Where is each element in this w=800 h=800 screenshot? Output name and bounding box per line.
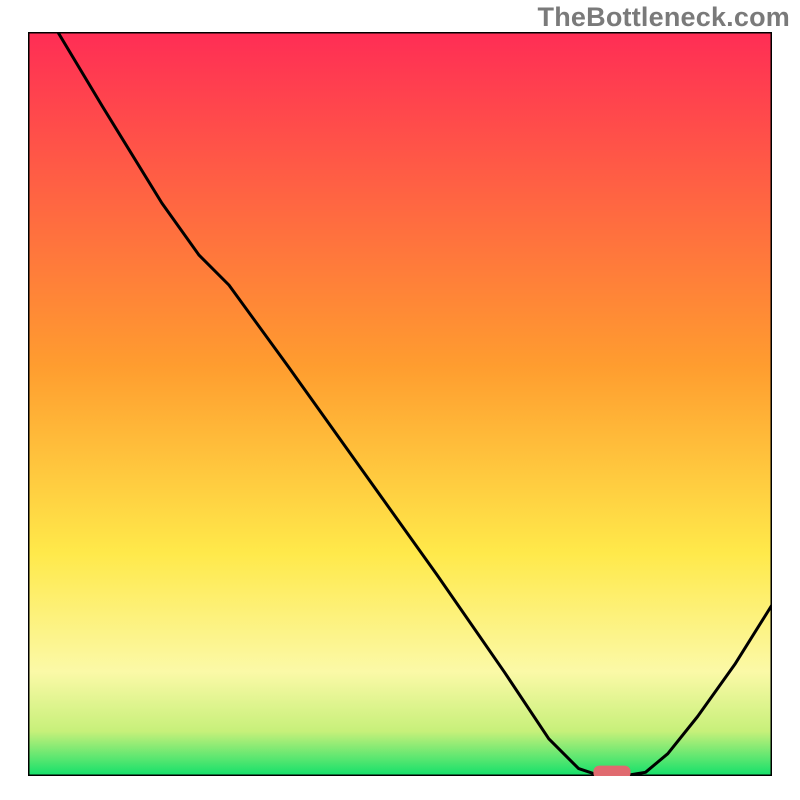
plot-area xyxy=(28,32,772,776)
chart-svg xyxy=(28,32,772,776)
background-gradient xyxy=(28,32,772,776)
watermark-label: TheBottleneck.com xyxy=(538,2,790,33)
optimal-marker xyxy=(593,766,630,776)
chart-container: TheBottleneck.com xyxy=(0,0,800,800)
